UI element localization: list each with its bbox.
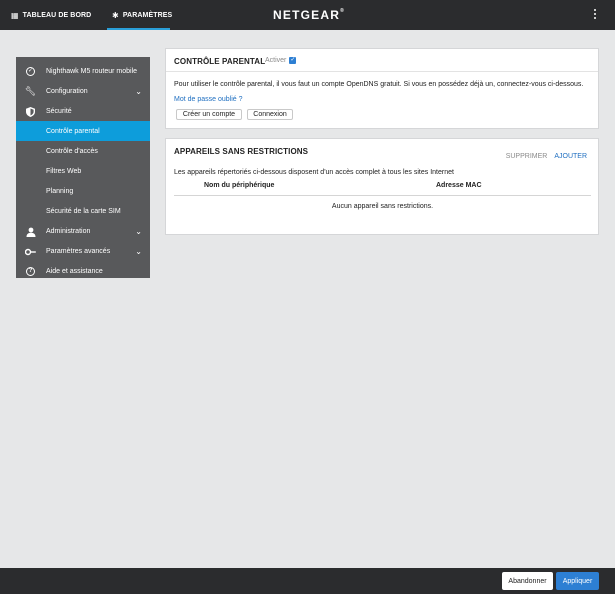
sidebar-item-security[interactable]: Sécurité	[16, 101, 150, 121]
check-circle-icon: ✓	[26, 67, 35, 76]
chevron-down-icon: ⌄	[135, 227, 142, 236]
table-actions: SUPPRIMER AJOUTER	[506, 153, 587, 160]
enable-label: Activer	[265, 57, 287, 64]
parental-control-description: Pour utiliser le contrôle parental, il v…	[174, 81, 584, 88]
unrestricted-devices-title: APPAREILS SANS RESTRICTIONS	[174, 147, 309, 156]
column-header-mac-address: Adresse MAC	[436, 182, 482, 189]
tab-dashboard[interactable]: ▦ TABLEAU DE BORD	[11, 0, 91, 30]
sidebar-item-device[interactable]: ✓ Nighthawk M5 routeur mobile	[16, 61, 150, 81]
sidebar-item-access-control[interactable]: Contrôle d'accès	[16, 141, 150, 161]
help-icon: ?	[25, 266, 36, 277]
forgot-password-link[interactable]: Mot de passe oublié ?	[174, 96, 243, 103]
create-account-button[interactable]: Créer un compte	[176, 109, 242, 120]
tab-settings-label: PARAMÈTRES	[122, 11, 173, 19]
sidebar-item-help[interactable]: ? Aide et assistance	[16, 261, 150, 281]
chevron-down-icon: ⌄	[135, 87, 142, 96]
sidebar-item-web-filters[interactable]: Filtres Web	[16, 161, 150, 181]
key-icon	[25, 246, 36, 257]
shield-icon	[25, 106, 36, 117]
active-tab-indicator	[107, 28, 170, 30]
more-options-icon[interactable]	[593, 9, 597, 19]
panel-divider	[166, 71, 598, 72]
parental-control-panel: CONTRÔLE PARENTAL Activer ✓ Pour utilise…	[165, 48, 599, 129]
login-button[interactable]: Connexion	[247, 109, 293, 120]
tab-settings[interactable]: ✱ PARAMÈTRES	[112, 0, 172, 30]
sidebar-item-parental-control[interactable]: Contrôle parental	[16, 121, 150, 141]
sidebar-item-administration[interactable]: Administration ⌄	[16, 221, 150, 241]
enable-toggle[interactable]: Activer ✓	[265, 57, 297, 64]
unrestricted-devices-panel: APPAREILS SANS RESTRICTIONS SUPPRIMER AJ…	[165, 138, 599, 235]
enable-checkbox[interactable]: ✓	[289, 57, 297, 64]
table-header-divider	[174, 195, 591, 196]
apply-button[interactable]: Appliquer	[556, 572, 599, 590]
add-button[interactable]: AJOUTER	[554, 153, 587, 160]
top-bar: ▦ TABLEAU DE BORD ✱ PARAMÈTRES NETGEAR®	[0, 0, 615, 30]
sidebar-item-schedule[interactable]: Planning	[16, 181, 150, 201]
footer-bar: Abandonner Appliquer	[0, 568, 615, 594]
wrench-icon: 🔧︎	[24, 86, 37, 96]
column-header-device-name: Nom du périphérique	[204, 182, 275, 189]
cancel-button[interactable]: Abandonner	[502, 572, 553, 590]
sidebar: ✓ Nighthawk M5 routeur mobile 🔧︎ Configu…	[16, 57, 150, 278]
unrestricted-devices-description: Les appareils répertoriés ci-dessous dis…	[174, 169, 454, 176]
gear-icon: ✱	[112, 10, 119, 20]
tab-dashboard-label: TABLEAU DE BORD	[22, 11, 92, 19]
chevron-down-icon: ⌄	[135, 247, 142, 256]
person-icon	[25, 226, 36, 237]
parental-control-title: CONTRÔLE PARENTAL	[174, 57, 266, 66]
sidebar-item-sim-security[interactable]: Sécurité de la carte SIM	[16, 201, 150, 221]
sidebar-item-advanced-settings[interactable]: Paramètres avancés ⌄	[16, 241, 150, 261]
sidebar-item-configuration[interactable]: 🔧︎ Configuration ⌄	[16, 81, 150, 101]
netgear-logo: NETGEAR®	[273, 8, 344, 22]
delete-button[interactable]: SUPPRIMER	[506, 153, 548, 160]
dashboard-icon: ▦	[11, 10, 19, 20]
empty-table-message: Aucun appareil sans restrictions.	[331, 203, 434, 210]
